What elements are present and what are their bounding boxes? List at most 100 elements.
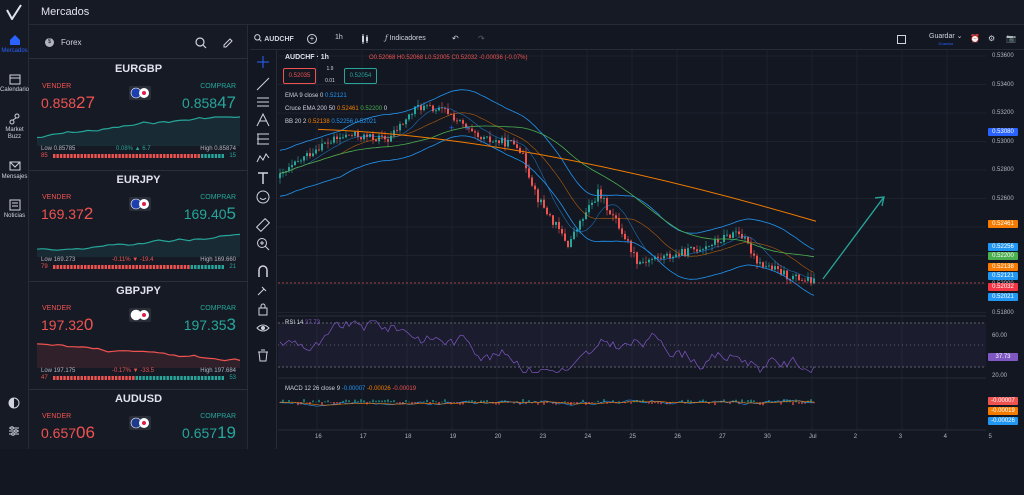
sentiment-tick bbox=[63, 154, 65, 158]
interval-button[interactable]: 1h bbox=[335, 34, 343, 41]
zoom-in-icon[interactable] bbox=[256, 237, 270, 251]
layout-icon[interactable] bbox=[897, 35, 906, 44]
macd-histogram-bar bbox=[714, 402, 716, 405]
fib-icon[interactable] bbox=[256, 132, 270, 146]
bb-legend[interactable]: BB 20 2 0.52138 0.52256 0.52021 bbox=[285, 119, 376, 125]
undo-icon[interactable]: ↶ bbox=[452, 34, 459, 43]
sentiment-tick bbox=[60, 154, 62, 158]
sell-price[interactable]: 0.85827 bbox=[41, 93, 95, 113]
search-icon bbox=[254, 34, 262, 42]
pitchfork-icon[interactable] bbox=[256, 113, 270, 127]
chart-toolbar: AUDCHF + 1h ƒ Indicadores ↶ ↷ Guardar ⌄G… bbox=[250, 30, 1024, 50]
settings-icon[interactable]: ⚙ bbox=[988, 34, 995, 43]
candle-body bbox=[375, 140, 377, 142]
candle-body bbox=[399, 124, 401, 131]
time-tick-label: 30 bbox=[764, 434, 771, 440]
price-tick-label: 0.53000 bbox=[992, 139, 1014, 145]
sentiment-tick bbox=[70, 154, 72, 158]
crosshair-icon[interactable] bbox=[256, 55, 270, 69]
theme-toggle-icon[interactable] bbox=[8, 396, 20, 408]
market-card-gbpjpy[interactable]: GBPJPY VENDER COMPRAR 197.320 197.353 Lo… bbox=[37, 284, 240, 387]
buy-price[interactable]: 0.65719 bbox=[182, 423, 236, 443]
buy-price[interactable]: 169.405 bbox=[184, 204, 236, 224]
market-card-eurjpy[interactable]: EURJPY VENDER COMPRAR 169.372 169.405 Lo… bbox=[37, 173, 240, 276]
symbol-search[interactable]: AUDCHF bbox=[254, 34, 294, 43]
macd-legend[interactable]: MACD 12 26 close 9 -0.00007 -0.00026 -0.… bbox=[285, 386, 416, 392]
trendline-icon[interactable] bbox=[256, 77, 270, 91]
high-value: High 197.684 bbox=[200, 368, 236, 374]
edit-icon[interactable] bbox=[222, 36, 234, 48]
sell-price[interactable]: 169.372 bbox=[41, 204, 93, 224]
eye-icon[interactable] bbox=[256, 321, 270, 335]
market-card-eurgbp[interactable]: EURGBP VENDER COMPRAR 0.85827 0.85847 Lo… bbox=[37, 62, 240, 165]
indicators-button[interactable]: ƒ Indicadores bbox=[385, 34, 426, 42]
pattern-icon[interactable] bbox=[256, 151, 270, 165]
trash-icon[interactable] bbox=[256, 348, 270, 362]
sentiment-tick bbox=[111, 154, 113, 158]
candle-body bbox=[354, 132, 356, 136]
rsi-legend[interactable]: RSI 14 37.73 bbox=[285, 320, 320, 326]
macd-badge: -0.00026 bbox=[988, 417, 1018, 425]
sentiment-tick bbox=[184, 376, 186, 380]
price-badge: 0.52138 bbox=[988, 263, 1018, 271]
sentiment-tick bbox=[211, 265, 213, 269]
alert-icon[interactable]: ⏰ bbox=[970, 34, 980, 43]
buy-volume: 15 bbox=[229, 153, 236, 159]
flag-eurgbp-icon bbox=[129, 86, 151, 105]
camera-icon[interactable]: 📷 bbox=[1006, 34, 1016, 43]
candle-body bbox=[561, 229, 563, 234]
candle-body bbox=[537, 189, 539, 202]
magnet-icon[interactable] bbox=[256, 264, 270, 278]
flag-gbpjpy-icon bbox=[129, 308, 151, 327]
sentiment-tick bbox=[67, 265, 69, 269]
sentiment-tick bbox=[170, 154, 172, 158]
sentiment-tick bbox=[81, 376, 83, 380]
redo-icon[interactable]: ↷ bbox=[478, 34, 485, 43]
rail-item-market-buzz[interactable]: Market Buzz bbox=[0, 113, 29, 141]
sentiment-tick bbox=[77, 376, 79, 380]
horizontal-lines-icon[interactable] bbox=[256, 95, 270, 109]
ema-legend[interactable]: EMA 9 close 0 0.52121 bbox=[285, 93, 347, 99]
candle-body bbox=[387, 139, 389, 141]
candle-body bbox=[444, 108, 446, 109]
market-category[interactable]: Forex bbox=[61, 38, 81, 47]
candle-body bbox=[279, 173, 281, 178]
ruler-icon[interactable] bbox=[256, 218, 270, 232]
emoji-icon[interactable] bbox=[256, 190, 270, 204]
sentiment-tick bbox=[74, 265, 76, 269]
macd-histogram-bar bbox=[522, 399, 524, 402]
sentiment-bar bbox=[53, 154, 225, 158]
sell-volume: 79 bbox=[41, 264, 48, 270]
sentiment-tick bbox=[184, 265, 186, 269]
rail-label: Calendario bbox=[0, 87, 29, 93]
rail-item-noticias[interactable]: Noticias bbox=[0, 199, 29, 219]
candle-body bbox=[411, 114, 413, 115]
rail-item-calendario[interactable]: Calendario bbox=[0, 73, 29, 93]
rail-item-mercados[interactable]: Mercados bbox=[0, 34, 29, 54]
buy-label: COMPRAR bbox=[200, 83, 236, 90]
sell-price[interactable]: 197.320 bbox=[41, 315, 93, 335]
lock-drawing-icon[interactable] bbox=[256, 283, 270, 297]
settings-sliders-icon[interactable] bbox=[8, 424, 20, 436]
sell-button[interactable]: 0.52035 bbox=[283, 68, 316, 84]
macd-histogram-bar bbox=[591, 402, 593, 403]
candles-icon[interactable] bbox=[360, 34, 370, 44]
buy-price[interactable]: 197.353 bbox=[184, 315, 236, 335]
market-card-audusd[interactable]: AUDUSD VENDER COMPRAR 0.65706 0.65719 bbox=[37, 392, 240, 495]
sentiment-tick bbox=[108, 265, 110, 269]
sentiment-tick bbox=[67, 376, 69, 380]
text-icon[interactable] bbox=[256, 171, 270, 185]
sentiment-tick bbox=[94, 376, 96, 380]
sentiment-tick bbox=[122, 154, 124, 158]
rsi-band bbox=[278, 323, 986, 367]
search-icon[interactable] bbox=[195, 36, 207, 48]
buy-button[interactable]: 0.52054 bbox=[344, 68, 377, 84]
save-button[interactable]: Guardar ⌄Guardar bbox=[929, 32, 963, 47]
sell-price[interactable]: 0.65706 bbox=[41, 423, 95, 443]
add-symbol-icon[interactable]: + bbox=[307, 34, 317, 44]
sentiment-tick bbox=[201, 154, 203, 158]
buy-price[interactable]: 0.85847 bbox=[182, 93, 236, 113]
cruce-ema-legend[interactable]: Cruce EMA 200 50 0.52461 0.52200 0 bbox=[285, 106, 387, 112]
rail-item-mensajes[interactable]: Mensajes bbox=[0, 160, 29, 180]
lock-icon[interactable] bbox=[256, 302, 270, 316]
